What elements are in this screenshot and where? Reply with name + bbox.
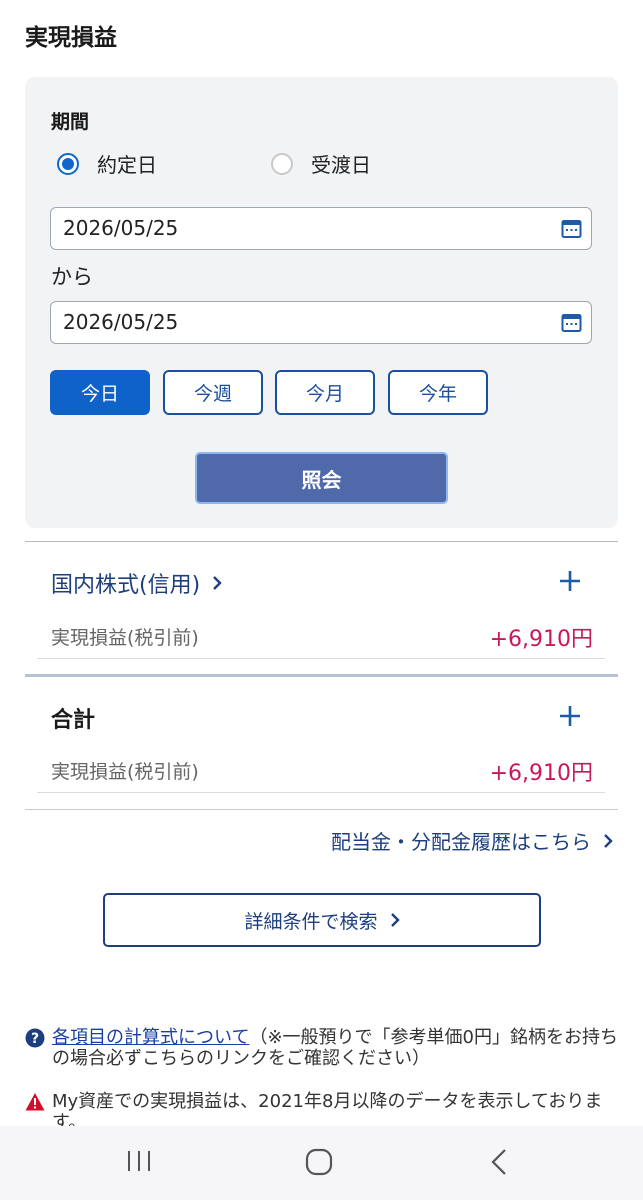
radio-trade-date-circle[interactable] [57, 152, 79, 175]
pl-label: 実現損益(税引前) [51, 761, 199, 783]
preset-today-button[interactable]: 今日 [50, 370, 150, 415]
radio-settlement-date-label: 受渡日 [311, 153, 371, 177]
recent-apps-icon[interactable] [126, 1148, 152, 1174]
date-from-input[interactable] [63, 208, 533, 248]
warning-triangle-icon [25, 1093, 45, 1111]
radio-settlement-date-circle[interactable] [271, 152, 293, 175]
divider [25, 541, 618, 542]
android-navigation-bar [0, 1126, 643, 1200]
home-icon[interactable] [305, 1148, 333, 1176]
radio-settlement-date[interactable]: 受渡日 [271, 149, 371, 178]
inquiry-button[interactable]: 照会 [195, 452, 448, 504]
back-icon[interactable] [488, 1147, 510, 1177]
dividend-history-label: 配当金・分配金履歴はこちら [331, 830, 591, 854]
preset-this-week-button[interactable]: 今週 [163, 370, 263, 415]
section-total: 合計 [51, 702, 95, 734]
filter-panel: 期間 約定日 受渡日 から 今日 今週 今月 今年 照会 [25, 77, 618, 528]
divider [25, 674, 618, 677]
date-to-field[interactable] [50, 301, 592, 344]
divider [37, 658, 605, 659]
date-from-field[interactable] [50, 207, 592, 250]
dividend-history-link[interactable]: 配当金・分配金履歴はこちら [331, 826, 613, 855]
chevron-right-icon [390, 913, 400, 927]
plus-icon[interactable] [559, 570, 581, 592]
chevron-right-icon [213, 576, 222, 590]
pl-value: +6,910円 [489, 627, 593, 652]
preset-this-month-button[interactable]: 今月 [275, 370, 375, 415]
from-to-label: から [51, 265, 93, 289]
divider [25, 809, 618, 810]
radio-trade-date-label: 約定日 [97, 153, 157, 177]
formula-link[interactable]: 各項目の計算式について [52, 1027, 249, 1048]
detail-search-label: 詳細条件で検索 [244, 910, 378, 933]
calendar-icon[interactable] [561, 218, 582, 239]
plus-icon[interactable] [559, 705, 581, 727]
section-margin-stock-title: 国内株式(信用) [51, 573, 201, 598]
section-margin-stock-link[interactable]: 国内株式(信用) [51, 567, 222, 599]
radio-trade-date[interactable]: 約定日 [57, 149, 157, 178]
calendar-icon[interactable] [561, 312, 582, 333]
date-to-input[interactable] [63, 302, 533, 342]
page-title: 実現損益 [25, 25, 117, 51]
pl-value: +6,910円 [489, 761, 593, 786]
detail-search-button[interactable]: 詳細条件で検索 [103, 893, 541, 947]
pl-label: 実現損益(税引前) [51, 627, 199, 649]
section-total-title: 合計 [51, 708, 96, 733]
divider [37, 792, 605, 793]
question-circle-icon: ? [25, 1028, 45, 1048]
chevron-right-icon [604, 833, 613, 848]
formula-note: ? 各項目の計算式について（※一般預りで「参考単価0円」銘柄をお持ちの場合必ずこ… [25, 1027, 625, 1069]
preset-this-year-button[interactable]: 今年 [388, 370, 488, 415]
svg-text:?: ? [31, 1031, 39, 1047]
period-label: 期間 [51, 111, 90, 133]
